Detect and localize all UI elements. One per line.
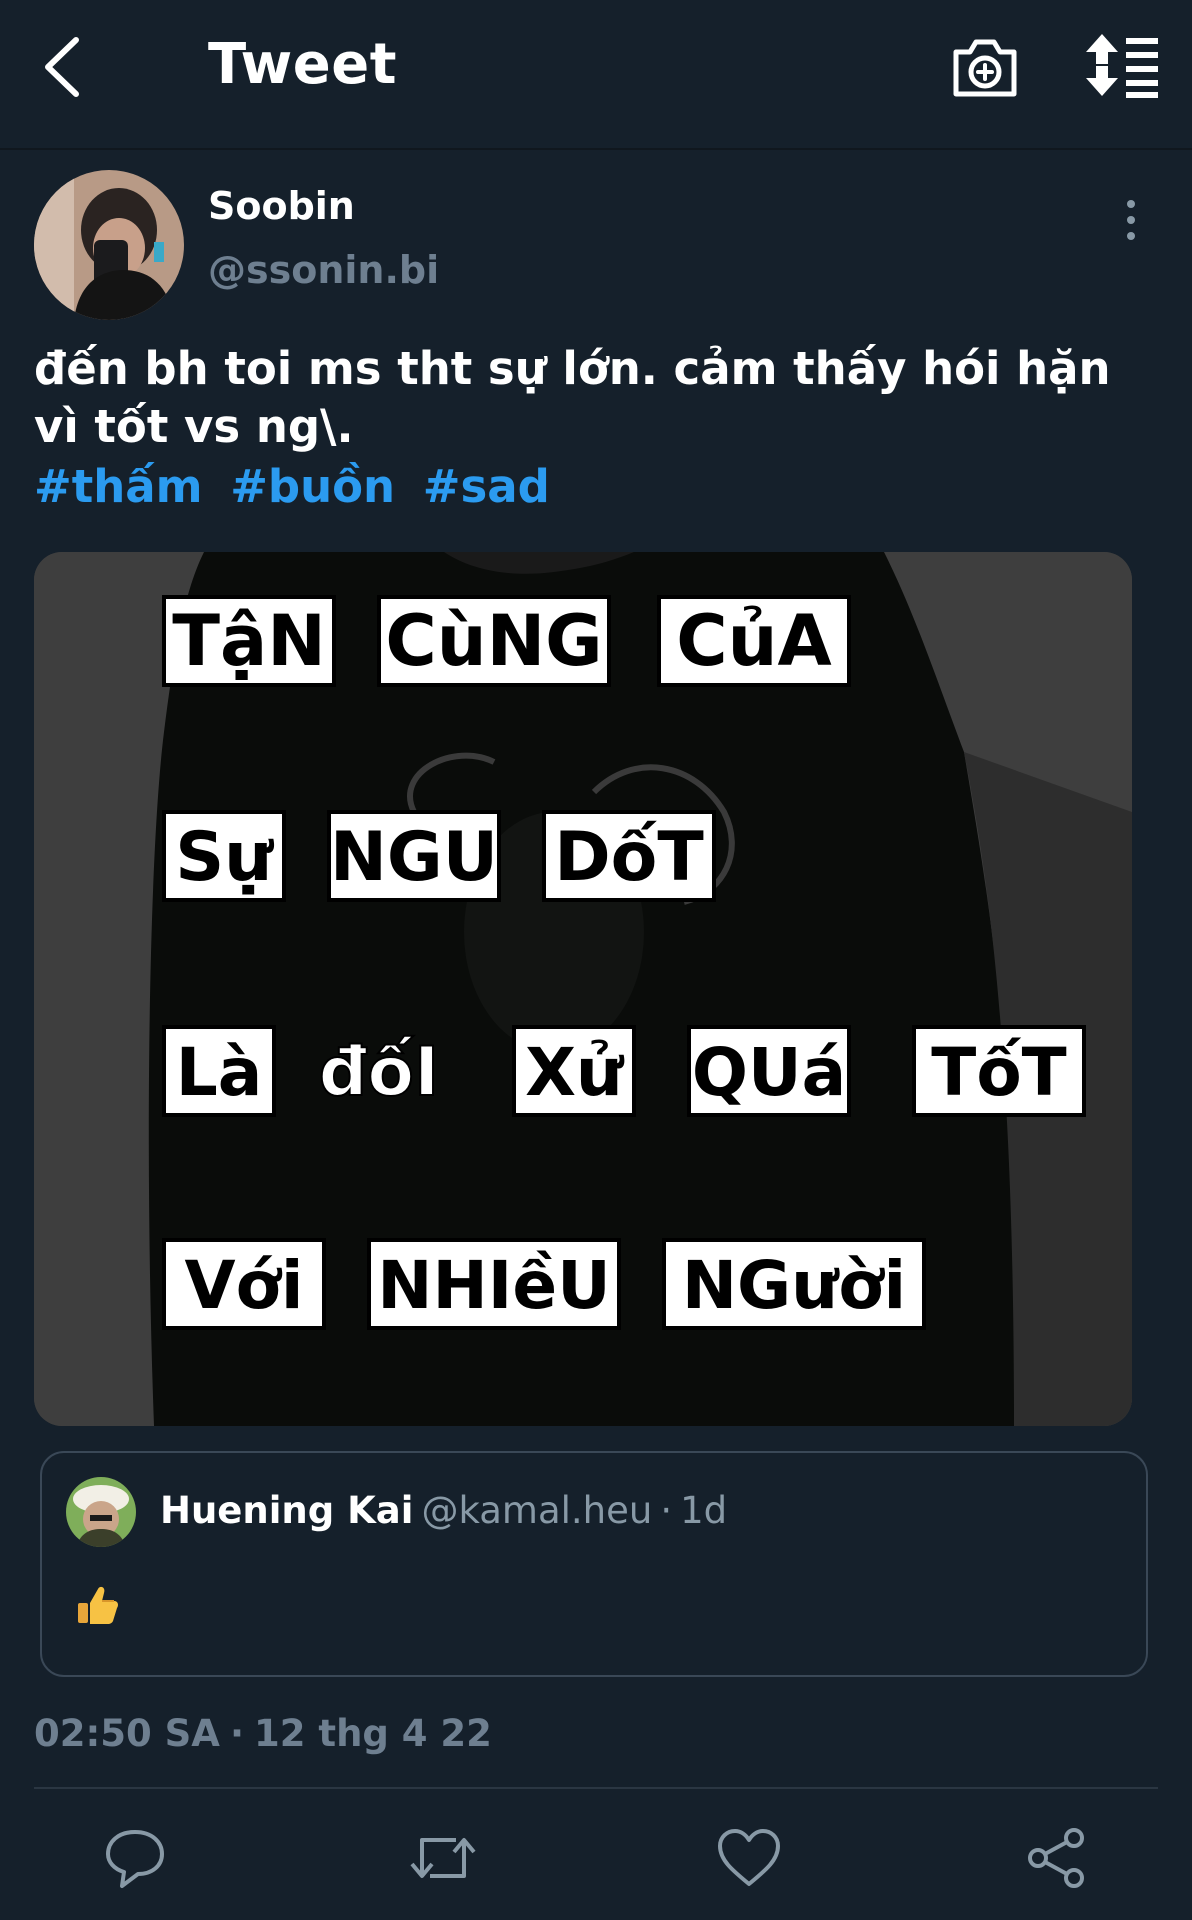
meme-word: NGU bbox=[330, 818, 498, 897]
back-button[interactable] bbox=[36, 32, 96, 102]
tweet-text: đến bh toi ms tht sự lớn. cảm thấy hói h… bbox=[34, 342, 1111, 453]
author-name[interactable]: Soobin bbox=[208, 184, 355, 228]
meme-word: TậN bbox=[172, 600, 326, 682]
hashtag-link[interactable]: #thấm bbox=[34, 460, 203, 513]
meme-word: Với bbox=[184, 1247, 303, 1324]
top-bar: Tweet bbox=[0, 0, 1192, 150]
quote-header: Huening Kai @kamal.heu · 1d bbox=[160, 1489, 727, 1532]
thumbs-up-icon bbox=[78, 1586, 118, 1624]
reply-icon bbox=[106, 1830, 164, 1888]
separator-dot: · bbox=[660, 1489, 673, 1532]
meme-word: QUá bbox=[692, 1034, 846, 1111]
tweet-timestamp: 02:50 SA · 12 thg 4 22 bbox=[34, 1712, 492, 1755]
quoted-tweet[interactable]: Huening Kai @kamal.heu · 1d bbox=[40, 1451, 1148, 1677]
avatar-photo bbox=[34, 170, 184, 320]
thumbs-up-emoji bbox=[76, 1583, 120, 1627]
avatar-photo bbox=[66, 1477, 136, 1547]
meme-word: CùNG bbox=[385, 600, 602, 682]
camera-button[interactable] bbox=[950, 32, 1020, 102]
hashtag-link[interactable]: #buồn bbox=[230, 460, 395, 513]
meme-word: NHIềU bbox=[377, 1247, 610, 1324]
meme-line-4: Với NHIềU NGười bbox=[162, 1238, 926, 1330]
more-options-button[interactable] bbox=[1120, 196, 1142, 244]
meme-word: TốT bbox=[931, 1034, 1066, 1111]
hashtags: #thấm #buồn #sad bbox=[34, 458, 562, 516]
sort-list-icon bbox=[1086, 34, 1158, 98]
meme-word: đốI bbox=[319, 1033, 440, 1112]
meme-image: TậN CùNG CủA Sự NGU DốT Là đốI Xử QUá Tố… bbox=[34, 552, 1132, 1426]
meme-word: Xử bbox=[525, 1034, 625, 1111]
page-title: Tweet bbox=[208, 32, 398, 97]
meme-word: DốT bbox=[554, 818, 704, 897]
quote-avatar bbox=[66, 1477, 136, 1547]
tweet-date: 12 thg 4 22 bbox=[254, 1712, 492, 1755]
author-handle[interactable]: @ssonin.bi bbox=[208, 248, 439, 292]
quote-time: 1d bbox=[680, 1489, 728, 1532]
heart-icon bbox=[718, 1829, 780, 1886]
separator-dot: · bbox=[229, 1712, 245, 1755]
share-icon bbox=[1028, 1828, 1084, 1888]
retweet-button[interactable] bbox=[408, 1826, 478, 1890]
quote-author-name: Huening Kai bbox=[160, 1489, 414, 1532]
reply-button[interactable] bbox=[100, 1826, 170, 1890]
more-vertical-icon bbox=[1127, 200, 1135, 240]
meme-line-2: Sự NGU DốT bbox=[162, 810, 716, 902]
camera-plus-icon bbox=[953, 39, 1017, 97]
retweet-icon bbox=[410, 1838, 476, 1878]
sort-button[interactable] bbox=[1082, 30, 1162, 100]
author-avatar[interactable] bbox=[34, 170, 184, 320]
hashtag-link[interactable]: #sad bbox=[423, 460, 550, 513]
share-button[interactable] bbox=[1022, 1826, 1092, 1890]
chevron-left-icon bbox=[45, 37, 79, 97]
quote-author-handle: @kamal.heu bbox=[421, 1489, 653, 1532]
like-button[interactable] bbox=[714, 1826, 784, 1890]
meme-word: NGười bbox=[682, 1247, 906, 1324]
meme-word: Sự bbox=[175, 818, 274, 897]
tweet-time: 02:50 SA bbox=[34, 1712, 220, 1755]
divider bbox=[34, 1787, 1158, 1789]
meme-line-1: TậN CùNG CủA bbox=[162, 595, 851, 687]
meme-word: CủA bbox=[676, 600, 831, 682]
meme-word: Là bbox=[176, 1034, 263, 1111]
tweet-media-image[interactable]: TậN CùNG CủA Sự NGU DốT Là đốI Xử QUá Tố… bbox=[34, 552, 1132, 1426]
